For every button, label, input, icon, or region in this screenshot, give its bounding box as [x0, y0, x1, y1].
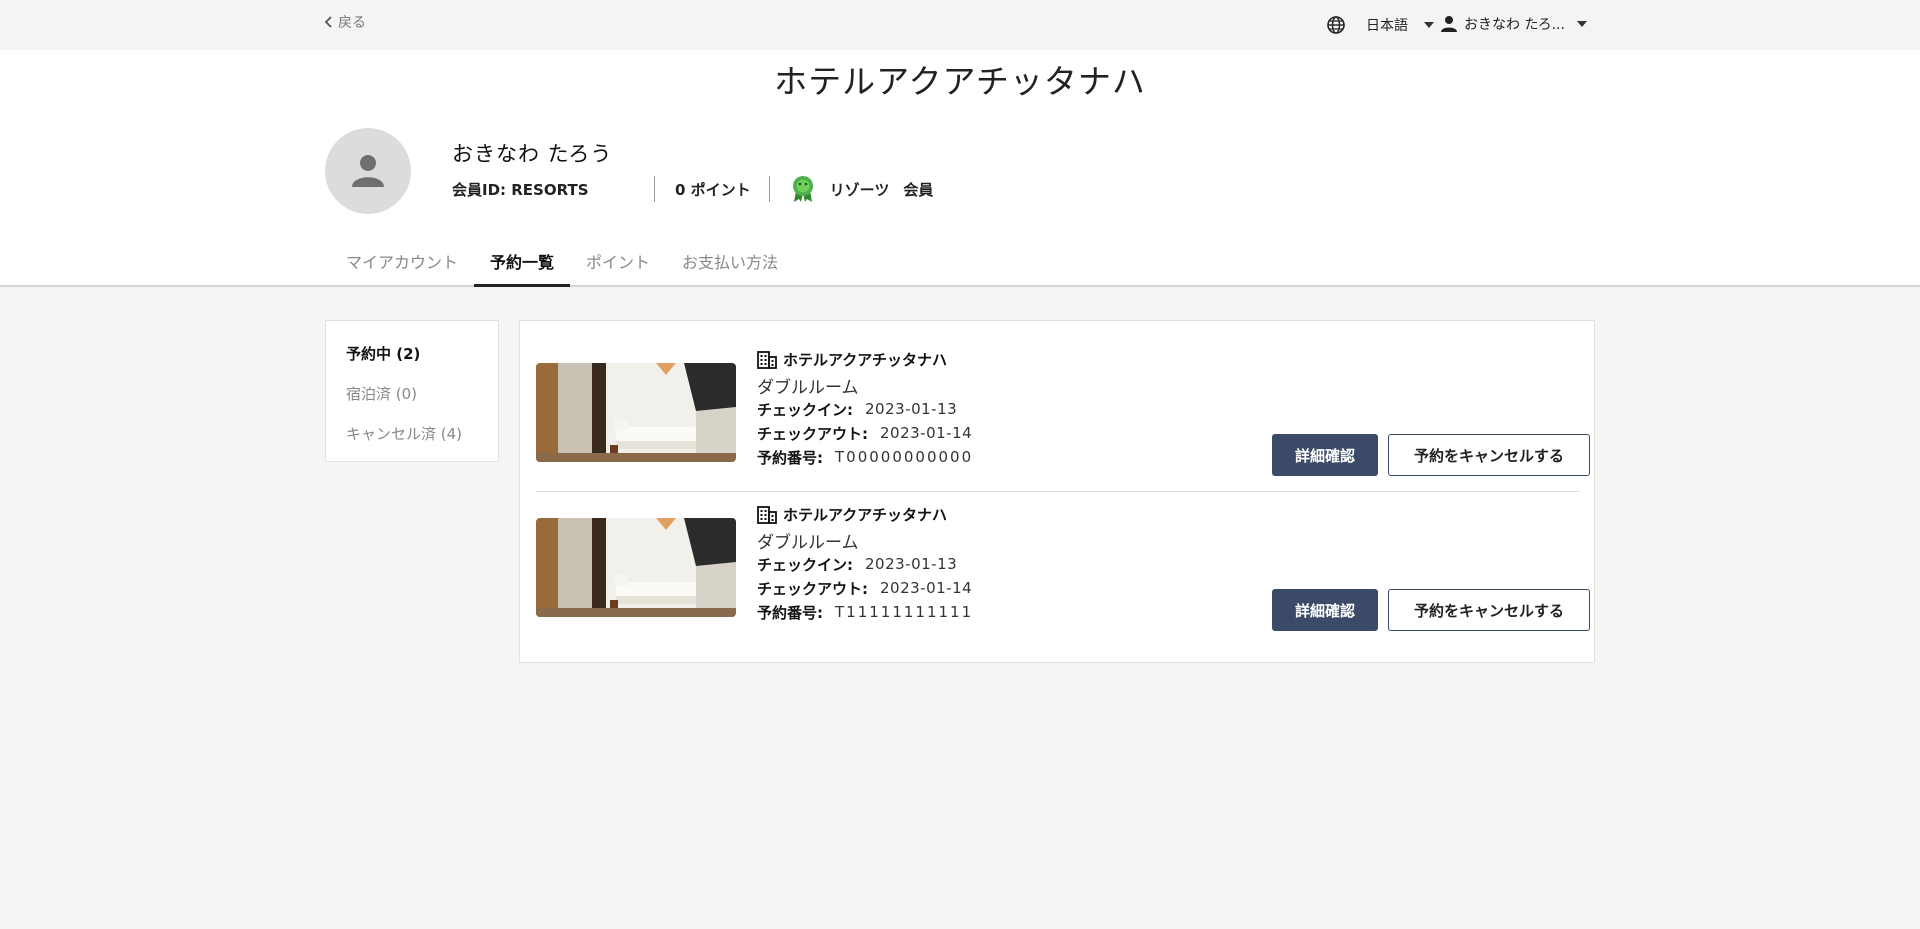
building-icon [757, 351, 777, 369]
checkout-label: チェックアウト: [757, 579, 868, 598]
globe-icon [1327, 16, 1345, 34]
chevron-down-icon [1424, 22, 1434, 28]
list-item: ホテルアクアチッタナハ ダブルルーム チェックイン: 2023-01-13 チェ… [536, 347, 1590, 492]
reservation-number: T11111111111 [835, 603, 974, 621]
member-rank: リゾーツ 会員 [770, 175, 934, 203]
profile-header: ホテルアクアチッタナハ おきなわ たろう 会員ID: RESORTS 0 ポイン… [0, 50, 1920, 287]
checkin-row: チェックイン: 2023-01-13 [757, 397, 973, 421]
rank-badge-icon [792, 176, 813, 202]
checkout-date: 2023-01-14 [880, 424, 973, 442]
chevron-left-icon [324, 16, 332, 28]
checkin-date: 2023-01-13 [865, 555, 958, 573]
person-icon [1441, 16, 1457, 32]
room-type: ダブルルーム [757, 533, 859, 553]
language-label: 日本語 [1366, 18, 1408, 34]
filter-stayed[interactable]: 宿泊済 (0) [346, 383, 478, 404]
checkin-row: チェックイン: 2023-01-13 [757, 552, 973, 576]
checkout-row: チェックアウト: 2023-01-14 [757, 576, 973, 600]
checkout-label: チェックアウト: [757, 424, 868, 443]
reservation-list: ホテルアクアチッタナハ ダブルルーム チェックイン: 2023-01-13 チェ… [519, 320, 1595, 663]
chevron-down-icon [1576, 21, 1587, 27]
reservation-number-label: 予約番号: [757, 448, 823, 467]
checkin-label: チェックイン: [757, 400, 853, 419]
checkin-date: 2023-01-13 [865, 400, 958, 418]
checkout-row: チェックアウト: 2023-01-14 [757, 421, 973, 445]
cancel-reservation-button[interactable]: 予約をキャンセルする [1388, 589, 1590, 631]
rank-suffix: 会員 [903, 180, 934, 199]
language-menu[interactable]: 日本語 [1326, 14, 1434, 36]
checkout-date: 2023-01-14 [880, 579, 973, 597]
person-icon [352, 155, 384, 187]
account-tabs: マイアカウント 予約一覧 ポイント お支払い方法 [330, 247, 794, 287]
room-photo [536, 363, 736, 462]
cancel-reservation-button[interactable]: 予約をキャンセルする [1388, 434, 1590, 476]
avatar [325, 128, 411, 214]
room-type: ダブルルーム [757, 378, 859, 398]
room-photo [536, 518, 736, 617]
hotel-name: ホテルアクアチッタナハ [783, 505, 947, 524]
detail-button[interactable]: 詳細確認 [1272, 589, 1378, 631]
user-menu[interactable]: おきなわ たろ... [1440, 12, 1587, 36]
user-label: おきなわ たろ... [1464, 17, 1565, 33]
reservation-number: T00000000000 [835, 448, 974, 466]
booking-hotel: ホテルアクアチッタナハ [757, 502, 973, 526]
reservation-number-row: 予約番号: T00000000000 [757, 445, 973, 469]
filter-cancelled[interactable]: キャンセル済 (4) [346, 423, 478, 444]
page-title: ホテルアクアチッタナハ [774, 62, 1146, 101]
building-icon [757, 506, 777, 524]
member-info: 会員ID: RESORTS 0 ポイント リゾーツ 会員 [452, 176, 933, 202]
points-balance: 0 ポイント [675, 180, 751, 199]
member-id: 会員ID: RESORTS [452, 180, 589, 199]
tab-my-account[interactable]: マイアカウント [330, 247, 474, 287]
booking-info: ホテルアクアチッタナハ ダブルルーム チェックイン: 2023-01-13 チェ… [757, 502, 973, 624]
rank-name: リゾーツ [829, 180, 890, 199]
detail-button[interactable]: 詳細確認 [1272, 434, 1378, 476]
checkin-label: チェックイン: [757, 555, 853, 574]
reservation-filter: 予約中 (2) 宿泊済 (0) キャンセル済 (4) [325, 320, 499, 462]
booking-hotel: ホテルアクアチッタナハ [757, 347, 973, 371]
tab-reservations[interactable]: 予約一覧 [474, 247, 571, 287]
reservation-number-row: 予約番号: T11111111111 [757, 600, 973, 624]
booking-info: ホテルアクアチッタナハ ダブルルーム チェックイン: 2023-01-13 チェ… [757, 347, 973, 469]
reservation-number-label: 予約番号: [757, 603, 823, 622]
hotel-name: ホテルアクアチッタナハ [783, 350, 947, 369]
tab-payment-methods[interactable]: お支払い方法 [666, 247, 794, 287]
top-bar: 戻る 日本語 おきなわ たろ... [0, 0, 1920, 50]
user-name: おきなわ たろう [452, 142, 613, 166]
back-link[interactable]: 戻る [324, 12, 366, 32]
list-item: ホテルアクアチッタナハ ダブルルーム チェックイン: 2023-01-13 チェ… [536, 502, 1590, 642]
filter-upcoming[interactable]: 予約中 (2) [346, 343, 478, 364]
back-label: 戻る [338, 15, 366, 31]
tab-points[interactable]: ポイント [570, 247, 666, 287]
